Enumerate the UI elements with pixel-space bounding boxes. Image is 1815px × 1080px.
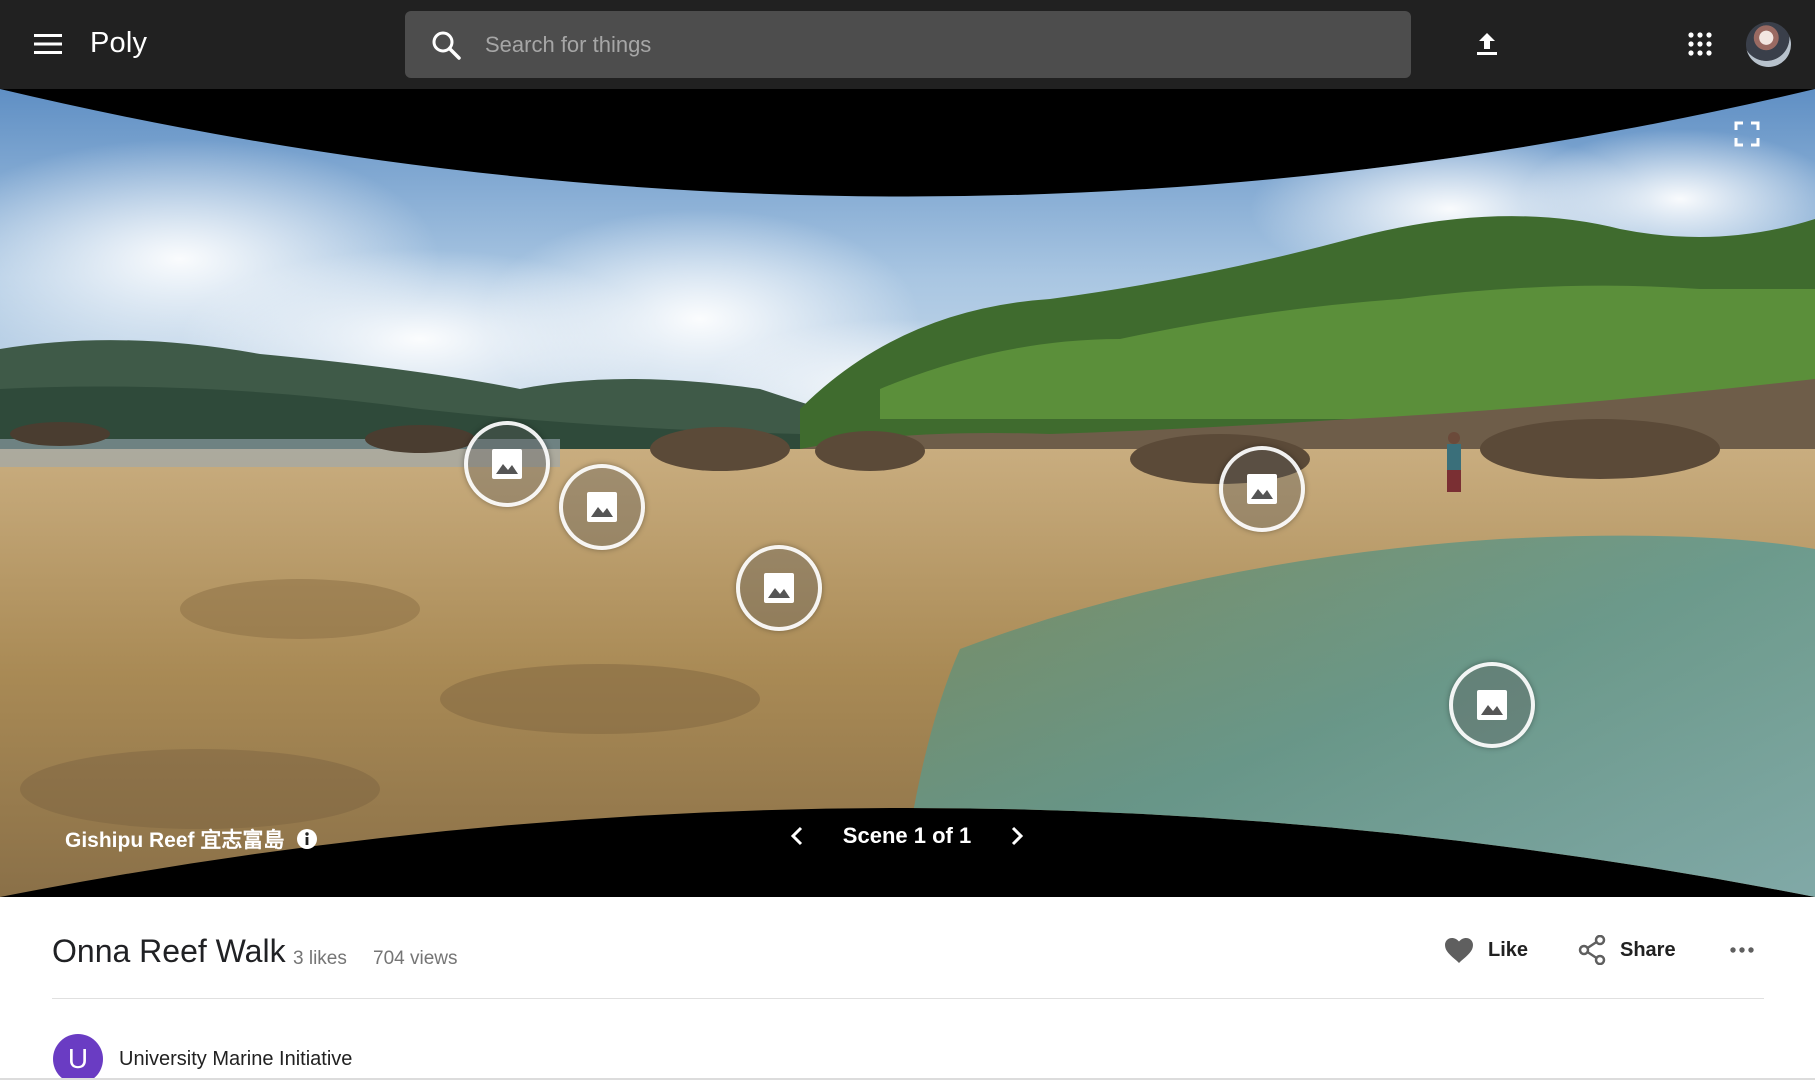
image-icon [492, 449, 522, 479]
fullscreen-icon[interactable] [1734, 121, 1762, 149]
top-app-bar: Poly [0, 0, 1815, 89]
search-input[interactable] [485, 11, 1385, 78]
menu-icon[interactable] [30, 26, 66, 62]
page-title: Onna Reef Walk [52, 933, 286, 969]
next-scene-button[interactable] [996, 815, 1038, 857]
chevron-left-icon [790, 826, 803, 846]
author-name[interactable]: University Marine Initiative [119, 1048, 352, 1071]
photo-hotspot[interactable] [559, 464, 645, 550]
search-icon[interactable] [431, 30, 461, 60]
scene-title: Gishipu Reef 宜志富島 [65, 824, 318, 854]
panorama-viewer[interactable]: Gishipu Reef 宜志富島 Scene 1 of 1 [0, 89, 1815, 897]
author-avatar[interactable]: U [53, 1034, 103, 1080]
like-label: Like [1488, 938, 1529, 961]
image-icon [587, 492, 617, 522]
scene-navigation: Scene 1 of 1 [776, 815, 1038, 857]
search-bar [405, 11, 1411, 78]
divider [52, 998, 1764, 999]
scene-counter: Scene 1 of 1 [842, 823, 972, 848]
brand-logo[interactable]: Poly [90, 27, 147, 60]
more-options-icon[interactable] [1722, 930, 1762, 970]
views-count: 704 views [373, 948, 458, 969]
likes-count: 3 likes [293, 948, 347, 969]
panorama-image[interactable] [0, 89, 1815, 897]
photo-hotspot[interactable] [1449, 662, 1535, 748]
photo-hotspot[interactable] [736, 545, 822, 631]
user-avatar[interactable] [1746, 22, 1791, 67]
info-icon[interactable] [296, 828, 318, 850]
share-button[interactable]: Share [1578, 930, 1676, 970]
like-button[interactable]: Like [1444, 930, 1528, 970]
details-panel: Onna Reef Walk 3 likes 704 views Like Sh… [0, 897, 1815, 1080]
photo-hotspot[interactable] [1219, 446, 1305, 532]
heart-icon [1445, 937, 1473, 963]
chevron-right-icon [1011, 826, 1024, 846]
share-label: Share [1620, 938, 1676, 961]
upload-icon[interactable] [1468, 25, 1506, 63]
share-icon [1578, 935, 1606, 965]
apps-grid-icon[interactable] [1682, 26, 1718, 62]
previous-scene-button[interactable] [776, 815, 818, 857]
image-icon [764, 573, 794, 603]
scene-title-text: Gishipu Reef 宜志富島 [65, 829, 285, 852]
image-icon [1247, 474, 1277, 504]
image-icon [1477, 690, 1507, 720]
photo-hotspot[interactable] [464, 421, 550, 507]
